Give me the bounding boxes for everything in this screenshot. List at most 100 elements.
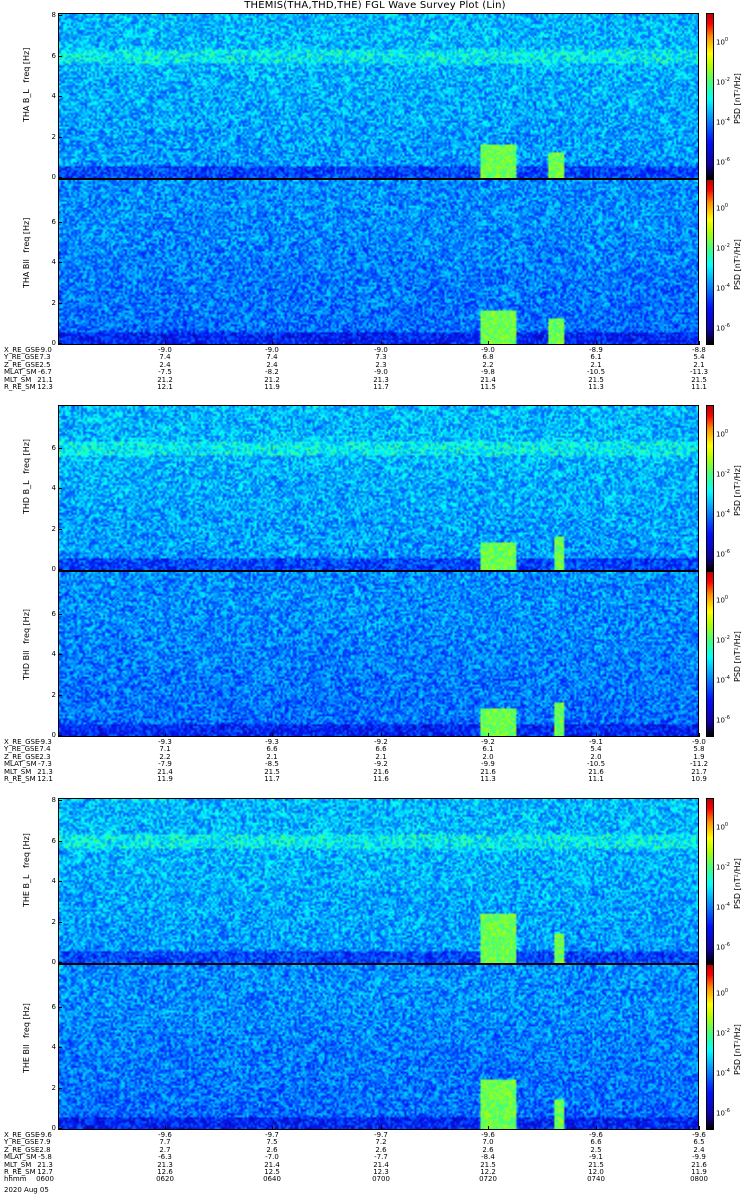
colorbar-tick-exponent: -4 — [724, 1068, 730, 1074]
colorbar-tick-label: 10-2 — [716, 243, 730, 252]
colorbar-tick-exponent: 0 — [724, 595, 729, 601]
y-tick-label: 4 — [51, 877, 56, 885]
y-axis-spacer — [22, 87, 31, 90]
colorbar-tick-base: 10 — [716, 676, 725, 685]
colorbar-tick-label: 10-2 — [716, 1028, 730, 1037]
y-tick-label: 4 — [51, 1043, 56, 1051]
y-axis-probe-label: THD B_L — [22, 480, 31, 514]
y-tick-label: 0 — [51, 565, 56, 573]
x-tick-mark — [699, 733, 700, 737]
spectrogram-image — [59, 406, 698, 570]
x-tick-mark — [381, 733, 382, 737]
colorbar-tick-base: 10 — [716, 903, 725, 912]
colorbar-tick-label: 10-6 — [716, 549, 730, 558]
spectrogram-panel-the-bll — [58, 964, 699, 1130]
ephemeris-value: 10.9 — [691, 775, 707, 783]
colorbar-tick-base: 10 — [716, 324, 725, 333]
y-axis-label: THE Bll freq [Hz] — [22, 1003, 31, 1073]
spectrogram-panel-thd-bl — [58, 405, 699, 571]
spectrogram-panel-the-bl — [58, 798, 699, 964]
x-tick-mark — [596, 341, 597, 345]
plot-title: THEMIS(THA,THD,THE) FGL Wave Survey Plot… — [244, 0, 506, 11]
y-tick-mark — [58, 569, 62, 570]
y-tick-mark — [58, 55, 62, 57]
colorbar-tick-base: 10 — [716, 550, 725, 559]
spectrogram-image — [59, 180, 698, 344]
y-tick-label: 6 — [51, 836, 56, 845]
y-tick-mark — [58, 921, 62, 923]
y-axis-unit-label: freq [Hz] — [22, 47, 31, 83]
colorbar-tick-base: 10 — [716, 596, 725, 605]
colorbar-tick-exponent: 0 — [724, 429, 729, 435]
colorbar-tick-label: 10-6 — [716, 1108, 730, 1117]
colorbar-tick-label: 100 — [716, 988, 728, 997]
colorbar-tick-label: 10-6 — [716, 715, 730, 724]
y-tick-mark — [58, 96, 62, 97]
colorbar-label: PSD [nT²/Hz] — [733, 858, 742, 909]
colorbar-tick-exponent: 0 — [724, 203, 729, 209]
x-tick-mark — [381, 1126, 382, 1130]
x-tick-mark — [488, 1126, 489, 1130]
spectrogram-image — [59, 14, 698, 178]
ephemeris-value: 0800 — [690, 1175, 708, 1184]
ephemeris-value: 11.3 — [480, 775, 496, 783]
colorbar-tick-base: 10 — [716, 1109, 725, 1118]
y-axis-spacer — [22, 257, 31, 260]
colorbar-tick-label: 10-4 — [716, 117, 730, 126]
y-tick-mark — [58, 528, 62, 530]
colorbar-tick-base: 10 — [716, 510, 725, 519]
spectrogram-image — [59, 965, 698, 1129]
ephemeris-value: 11.7 — [264, 775, 280, 783]
colorbar-tick-exponent: 0 — [724, 988, 729, 994]
colorbar — [706, 964, 714, 1130]
y-tick-label: 8 — [51, 796, 56, 804]
ephemeris-table: X_RE_GSE -9.6 -9.6 -9.7 -9.7 -9.6 -9.6 -9.6 Y_RE… — [0, 1131, 750, 1196]
y-axis-unit-label: freq [Hz] — [22, 833, 31, 868]
colorbar-tick-label: 100 — [716, 429, 728, 438]
x-tick-mark — [699, 341, 700, 345]
ephemeris-value: 0640 — [263, 1175, 281, 1184]
x-tick-mark — [596, 733, 597, 737]
colorbar-tick-exponent: -4 — [724, 117, 730, 123]
y-tick-label: 2 — [51, 690, 56, 699]
colorbar-tick-exponent: -2 — [724, 862, 730, 868]
colorbar-tick-exponent: -4 — [724, 283, 730, 289]
colorbar-tick-exponent: -6 — [724, 323, 730, 329]
x-tick-mark — [272, 733, 273, 737]
colorbar-tick-label: 100 — [716, 203, 728, 212]
x-tick-mark — [381, 341, 382, 345]
colorbar-tick-label: 100 — [716, 595, 728, 604]
y-tick-label: 4 — [51, 484, 56, 492]
ephemeris-value: 12.3 — [37, 383, 53, 391]
y-tick-mark — [58, 694, 62, 696]
y-tick-label: 4 — [51, 258, 56, 266]
y-axis-probe-label: THE B_L — [22, 874, 31, 907]
colorbar — [706, 179, 714, 345]
y-axis-probe-label: THA Bll — [22, 259, 31, 288]
y-tick-label: 6 — [51, 217, 56, 226]
spectrogram-panel-thd-bll — [58, 571, 699, 737]
colorbar-tick-label: 100 — [716, 822, 728, 831]
ephemeris-table: X_RE_GSE -9.0 -9.0 -9.0 -9.0 -9.0 -8.9 -8.8 Y_RE… — [0, 346, 750, 411]
colorbar-tick-exponent: -4 — [724, 509, 730, 515]
colorbar-tick-base: 10 — [716, 1069, 725, 1078]
y-axis-label: THA Bll freq [Hz] — [22, 218, 31, 288]
colorbar-tick-exponent: -2 — [724, 77, 730, 83]
y-tick-label: 0 — [51, 173, 56, 181]
colorbar-tick-base: 10 — [716, 118, 725, 127]
y-axis-unit-label: freq [Hz] — [22, 438, 31, 474]
colorbar-tick-exponent: -6 — [724, 715, 730, 721]
y-tick-label: 4 — [51, 650, 56, 658]
colorbar-tick-exponent: -2 — [724, 469, 730, 475]
colorbar-tick-label: 10-4 — [716, 902, 730, 911]
y-tick-mark — [58, 221, 62, 223]
ephemeris-value: 11.6 — [373, 775, 389, 783]
date-label: 2020 Aug 05 — [4, 1186, 49, 1194]
colorbar — [706, 13, 714, 179]
x-tick-mark — [165, 341, 166, 345]
y-axis-probe-label: THE Bll — [22, 1044, 31, 1073]
y-tick-mark — [58, 1006, 62, 1008]
y-tick-label: 2 — [51, 132, 56, 141]
y-tick-mark — [58, 735, 62, 736]
ephemeris-value: 11.7 — [373, 383, 389, 391]
